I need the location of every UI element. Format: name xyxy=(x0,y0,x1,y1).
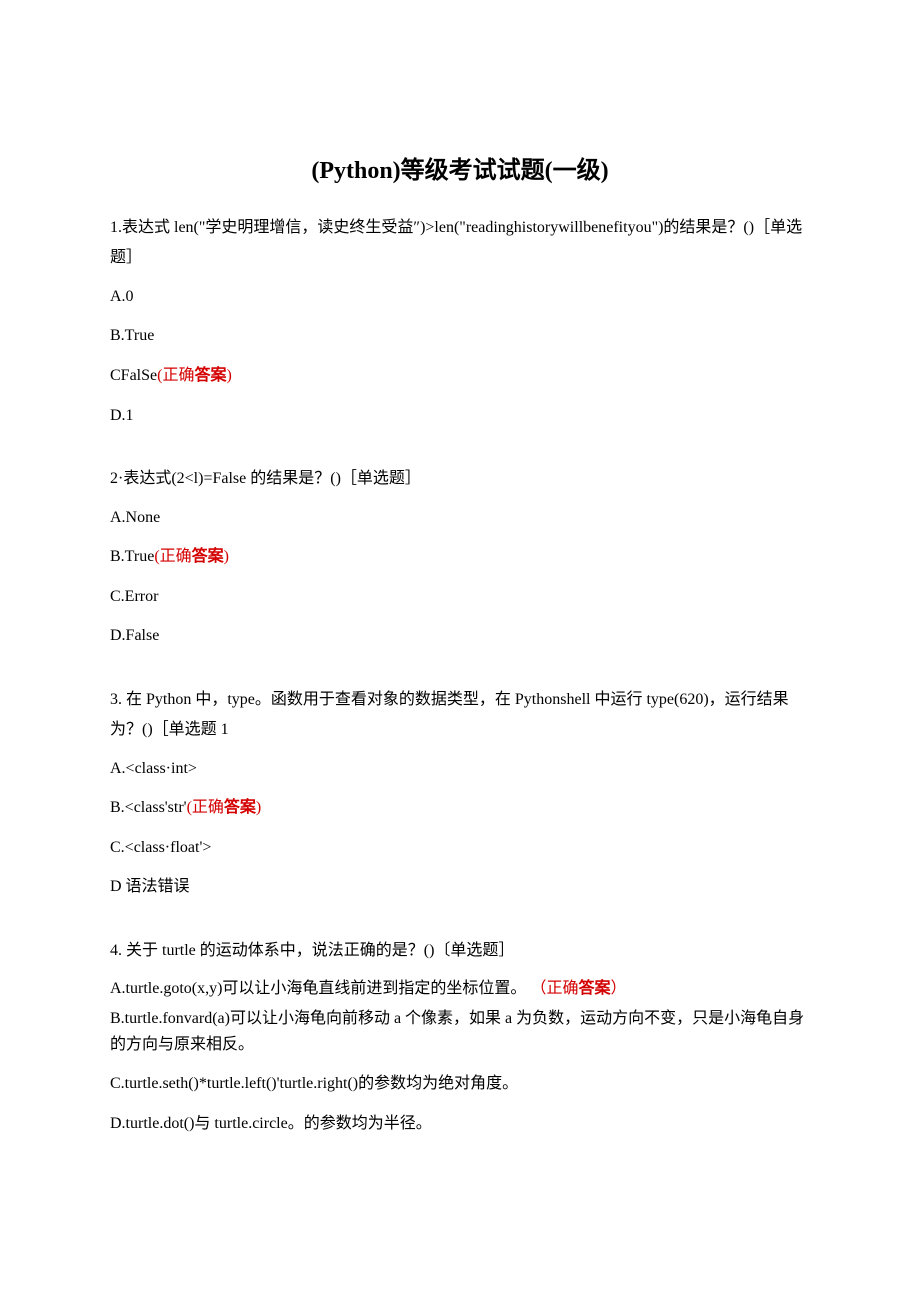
q2-option-d: D.False xyxy=(110,623,810,649)
q2-b-text: B.True xyxy=(110,548,154,565)
answer-label: 答案 xyxy=(194,367,226,384)
q2-option-b: B.True(正确答案) xyxy=(110,544,810,570)
q1-option-d: D.1 xyxy=(110,403,810,429)
q4-option-a: A.turtle.goto(x,y)可以让小海龟直线前进到指定的坐标位置。 （正… xyxy=(110,976,810,1002)
q2-option-a: A.None xyxy=(110,505,810,531)
answer-open: (正确 xyxy=(154,548,191,565)
document-page: (Python)等级考试试题(一级) 1.表达式 len("学史明理增信，读史终… xyxy=(0,0,920,1302)
q3-stem: 3. 在 Python 中，type。函数用于查看对象的数据类型，在 Pytho… xyxy=(110,685,810,746)
q4-option-b: B.turtle.fonvard(a)可以让小海龟向前移动 a 个像素，如果 a… xyxy=(110,1006,810,1057)
answer-open: （正确 xyxy=(530,980,578,997)
q3-b-text: B.<class'str' xyxy=(110,799,187,816)
answer-close: ) xyxy=(256,799,261,816)
q1-option-c: CFalSe(正确答案) xyxy=(110,363,810,389)
q3-option-a: A.<class·int> xyxy=(110,756,810,782)
answer-open: (正确 xyxy=(187,799,224,816)
q2-option-c: C.Error xyxy=(110,584,810,610)
answer-label: 答案 xyxy=(192,548,224,565)
q2-stem: 2·表达式(2<l)=False 的结果是？()［单选题］ xyxy=(110,464,810,494)
answer-open: (正确 xyxy=(157,367,194,384)
q3-option-d: D 语法错误 xyxy=(110,874,810,900)
q1-stem: 1.表达式 len("学史明理增信，读史终生受益″)>len("readingh… xyxy=(110,213,810,274)
q4-option-d: D.turtle.dot()与 turtle.circle。的参数均为半径。 xyxy=(110,1111,810,1137)
q1-option-b: B.True xyxy=(110,323,810,349)
q4-a-text: A.turtle.goto(x,y)可以让小海龟直线前进到指定的坐标位置。 xyxy=(110,980,526,997)
q4-option-c: C.turtle.seth()*turtle.left()'turtle.rig… xyxy=(110,1071,810,1097)
q3-option-b: B.<class'str'(正确答案) xyxy=(110,795,810,821)
answer-close: ) xyxy=(224,548,229,565)
answer-close: ) xyxy=(226,367,231,384)
q1-option-a: A.0 xyxy=(110,284,810,310)
q1-c-text: CFalSe xyxy=(110,367,157,384)
q3-option-c: C.<class·float'> xyxy=(110,835,810,861)
answer-label: 答案 xyxy=(578,980,610,997)
q4-stem: 4. 关于 turtle 的运动体系中，说法正确的是？()〔单选题］ xyxy=(110,936,810,966)
page-title: (Python)等级考试试题(一级) xyxy=(110,150,810,185)
answer-close: ） xyxy=(610,980,626,997)
answer-label: 答案 xyxy=(224,799,256,816)
